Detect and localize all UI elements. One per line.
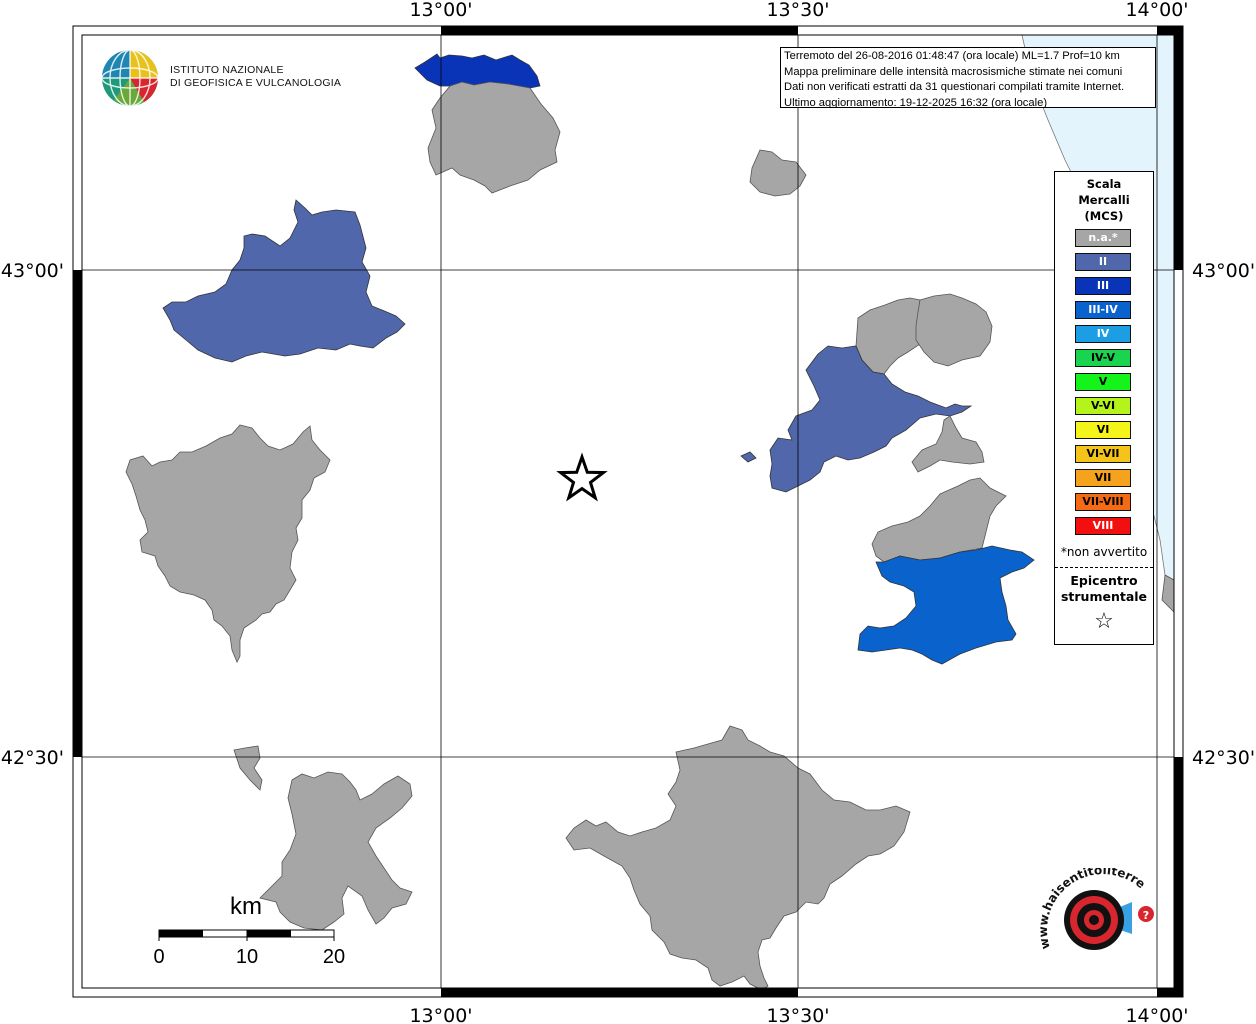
lat-label-right-1: 43°00' <box>1192 260 1255 282</box>
legend-epicenter-title: Epicentro strumentale <box>1055 573 1153 605</box>
event-info-line: Dati non verificati estratti da 31 quest… <box>784 81 1125 94</box>
ingv-name: ISTITUTO NAZIONALE DI GEOFISICA E VULCAN… <box>170 64 341 90</box>
legend-swatch: IV-V <box>1075 349 1131 367</box>
ingv-globe-icon <box>101 49 159 107</box>
event-info-line: Ultimo aggiornamento: 19-12-2025 16:32 (… <box>784 96 1048 108</box>
legend-swatch: VIII <box>1075 517 1131 535</box>
legend-epicenter-line: strumentale <box>1060 589 1148 604</box>
ingv-name-line-1: ISTITUTO NAZIONALE <box>170 64 284 76</box>
event-info-line: Terremoto del 26-08-2016 01:48:47 (ora l… <box>784 50 1120 62</box>
legend-swatch: III-IV <box>1075 301 1131 319</box>
lat-label-left-1: 43°00' <box>1 260 64 282</box>
legend-swatch: III <box>1075 277 1131 295</box>
legend-swatch: II <box>1075 253 1131 271</box>
lon-label-bottom-3: 14°00' <box>1125 1005 1188 1024</box>
svg-text:?: ? <box>1143 909 1149 922</box>
legend-title-line: Scala <box>1086 177 1122 191</box>
lon-label-bottom-2: 13°30' <box>766 1005 829 1024</box>
lon-label-bottom-1: 13°00' <box>409 1005 472 1024</box>
legend-epicenter-line: Epicentro <box>1070 573 1138 588</box>
legend-title-line: Mercalli <box>1078 193 1130 207</box>
legend-star-icon: ☆ <box>1094 609 1114 634</box>
legend-swatch: n.a.* <box>1075 229 1131 247</box>
legend-swatch: VII <box>1075 469 1131 487</box>
scale-tick-10: 10 <box>236 946 258 968</box>
legend-swatch: V-VI <box>1075 397 1131 415</box>
scale-tick-0: 0 <box>153 946 164 968</box>
lon-label-top-2: 13°30' <box>766 0 829 21</box>
legend-swatch: IV <box>1075 325 1131 343</box>
lon-label-top-1: 13°00' <box>409 0 472 21</box>
lon-label-top-3: 14°00' <box>1125 0 1188 21</box>
scale-unit: km <box>230 893 262 920</box>
legend-title: Scala Mercalli (MCS) <box>1055 176 1153 224</box>
legend-swatch: VII-VIII <box>1075 493 1131 511</box>
mcs-legend: Scala Mercalli (MCS) n.a.* II III III-IV IV I… <box>1054 171 1154 645</box>
legend-items: n.a.* II III III-IV IV IV-V V V-VI VI VI-VII VII VI… <box>1075 229 1131 541</box>
haisentito-logo: ? www.haisentitoilterremoto.it <box>1030 857 1166 978</box>
legend-divider <box>1055 567 1153 568</box>
lat-label-left-2: 42°30' <box>1 747 64 769</box>
lat-label-right-2: 42°30' <box>1192 747 1255 769</box>
event-info-box: Terremoto del 26-08-2016 01:48:47 (ora l… <box>780 47 1156 108</box>
legend-note: *non avvertito <box>1060 545 1148 559</box>
legend-swatch: V <box>1075 373 1131 391</box>
scale-tick-20: 20 <box>323 946 345 968</box>
ingv-name-line-2: DI GEOFISICA E VULCANOLOGIA <box>170 77 342 89</box>
legend-title-line: (MCS) <box>1084 209 1124 223</box>
haisentito-target-icon: ? www.haisentitoilterremoto.it <box>1030 857 1154 951</box>
event-info-line: Mappa preliminare delle intensità macros… <box>784 65 1123 78</box>
legend-swatch: VI-VII <box>1075 445 1131 463</box>
legend-swatch: VI <box>1075 421 1131 439</box>
